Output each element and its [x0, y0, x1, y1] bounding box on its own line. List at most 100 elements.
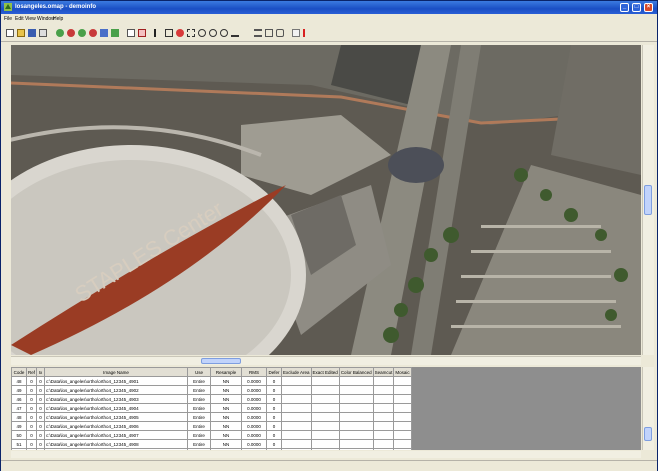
- table-cell-defer[interactable]: 0: [266, 412, 283, 422]
- table-cell-name[interactable]: c:\Data\los_angeles\ortho\ortho4_12345_4…: [44, 394, 189, 404]
- table-row[interactable]: 50 0 0 c:\Data\los_angeles\ortho\ortho4_123…: [11, 430, 412, 440]
- table-cell-empty[interactable]: [310, 430, 340, 440]
- table-cell-defer[interactable]: 0: [266, 439, 283, 449]
- table-horizontal-scrollbar[interactable]: [11, 451, 641, 458]
- table-cell-empty[interactable]: [372, 412, 395, 422]
- column-header[interactable]: Exact Edited: [310, 367, 340, 377]
- table-cell-empty[interactable]: [393, 403, 412, 413]
- zoom-in-icon[interactable]: [198, 29, 206, 37]
- table-cell-empty[interactable]: [393, 439, 412, 449]
- export-icon[interactable]: [292, 29, 300, 37]
- table-cell-name[interactable]: c:\Data\los_angeles\ortho\ortho4_12345_4…: [44, 448, 189, 450]
- table-cell-empty[interactable]: [372, 439, 395, 449]
- table-cell-code[interactable]: 49: [11, 421, 27, 431]
- menu-view[interactable]: View: [25, 16, 36, 22]
- column-header[interactable]: RMS: [241, 367, 268, 377]
- table-row[interactable]: 49 0 0 c:\Data\los_angeles\ortho\ortho4_123…: [11, 385, 412, 395]
- column-header[interactable]: Resample: [210, 367, 243, 377]
- column-header[interactable]: Defer: [266, 367, 283, 377]
- map-vertical-scrollbar[interactable]: [642, 45, 654, 355]
- table-cell-ix[interactable]: 0: [36, 403, 46, 413]
- close-button[interactable]: ×: [644, 3, 653, 12]
- table-cell-resample[interactable]: NN: [210, 403, 243, 413]
- table-cell-empty[interactable]: [281, 430, 312, 440]
- table-cell-empty[interactable]: [310, 385, 340, 395]
- table-cell-use[interactable]: Entire: [187, 430, 212, 440]
- table-row[interactable]: 5200c:\Data\los_angeles\ortho\ortho4_123…: [11, 448, 412, 450]
- table-cell-rms[interactable]: 0.0000: [241, 430, 268, 440]
- table-cell-empty[interactable]: [338, 448, 374, 450]
- column-header[interactable]: Ref: [25, 367, 38, 377]
- table-cell-empty[interactable]: [393, 430, 412, 440]
- table-cell-empty[interactable]: [310, 403, 340, 413]
- table-cell-code[interactable]: 50: [11, 430, 27, 440]
- table-row[interactable]: 48 0 0 c:\Data\los_angeles\ortho\ortho4_123…: [11, 412, 412, 422]
- zoom-out-icon[interactable]: [209, 29, 217, 37]
- table-cell-empty[interactable]: [281, 394, 312, 404]
- table-cell-empty[interactable]: [372, 421, 395, 431]
- new-icon[interactable]: [6, 29, 14, 37]
- print-icon[interactable]: [39, 29, 47, 37]
- table-cell-empty[interactable]: [281, 412, 312, 422]
- table-cell-ix[interactable]: 0: [36, 412, 46, 422]
- run-icon[interactable]: [303, 29, 311, 37]
- table-cell-code[interactable]: 52: [11, 448, 27, 450]
- map-view[interactable]: STAPLES Center: [11, 45, 641, 355]
- table-cell-use[interactable]: Entire: [187, 376, 212, 386]
- table-cell-defer[interactable]: 0: [266, 421, 283, 431]
- table-cell-empty[interactable]: [338, 430, 374, 440]
- table-cell-rms[interactable]: 0.0000: [241, 412, 268, 422]
- menu-edit[interactable]: Edit: [15, 16, 24, 22]
- table-cell-use[interactable]: Entire: [187, 448, 212, 450]
- table-cell-name[interactable]: c:\Data\los_angeles\ortho\ortho4_12345_4…: [44, 385, 189, 395]
- table-cell-empty[interactable]: [338, 385, 374, 395]
- table-cell-use[interactable]: Entire: [187, 439, 212, 449]
- table-cell-use[interactable]: Entire: [187, 412, 212, 422]
- table-cell-defer[interactable]: 0: [266, 448, 283, 450]
- table-cell-resample[interactable]: NN: [210, 448, 243, 450]
- table-cell-empty[interactable]: [338, 421, 374, 431]
- maximize-button[interactable]: □: [632, 3, 641, 12]
- table-cell-defer[interactable]: 0: [266, 376, 283, 386]
- table-cell-code[interactable]: 51: [11, 439, 27, 449]
- table-cell-name[interactable]: c:\Data\los_angeles\ortho\ortho4_12345_4…: [44, 403, 189, 413]
- table-cell-ix[interactable]: 0: [36, 394, 46, 404]
- table-cell-empty[interactable]: [281, 421, 312, 431]
- table-cell-empty[interactable]: [393, 385, 412, 395]
- select-icon[interactable]: [154, 29, 162, 37]
- table-row[interactable]: 47 0 0 c:\Data\los_angeles\ortho\ortho4_123…: [11, 403, 412, 413]
- table-row[interactable]: 51 0 0 c:\Data\los_angeles\ortho\ortho4_123…: [11, 439, 412, 449]
- column-header[interactable]: Ix: [36, 367, 46, 377]
- remove-image-icon[interactable]: [67, 29, 75, 37]
- table-cell-empty[interactable]: [338, 412, 374, 422]
- column-header[interactable]: Use: [187, 367, 212, 377]
- map-vscroll-thumb[interactable]: [644, 185, 652, 215]
- table-cell-empty[interactable]: [310, 376, 340, 386]
- rectangle-icon[interactable]: [165, 29, 173, 37]
- column-header[interactable]: Color Balanced: [338, 367, 374, 377]
- table-cell-empty[interactable]: [393, 394, 412, 404]
- table-cell-empty[interactable]: [338, 439, 374, 449]
- add-image-icon[interactable]: [56, 29, 64, 37]
- table-cell-name[interactable]: c:\Data\los_angeles\ortho\ortho4_12345_4…: [44, 376, 189, 386]
- map-horizontal-scrollbar[interactable]: [11, 356, 641, 365]
- table-cell-use[interactable]: Entire: [187, 403, 212, 413]
- table-cell-code[interactable]: 48: [11, 412, 27, 422]
- table-cell-rms[interactable]: 0.0000: [241, 448, 268, 450]
- table-cell-defer[interactable]: 0: [266, 394, 283, 404]
- table-cell-empty[interactable]: [393, 448, 412, 450]
- table-cell-name[interactable]: c:\Data\los_angeles\ortho\ortho4_12345_4…: [44, 439, 189, 449]
- minimize-button[interactable]: _: [620, 3, 629, 12]
- table-cell-defer[interactable]: 0: [266, 430, 283, 440]
- table-cell-empty[interactable]: [310, 421, 340, 431]
- table-cell-ref[interactable]: 0: [25, 412, 38, 422]
- layout-icon[interactable]: [138, 29, 146, 37]
- table-cell-empty[interactable]: [281, 448, 312, 450]
- table-cell-resample[interactable]: NN: [210, 394, 243, 404]
- list-icon[interactable]: [254, 29, 262, 37]
- table-vscroll-thumb[interactable]: [644, 427, 652, 441]
- tool-icon[interactable]: [78, 29, 86, 37]
- table-cell-ix[interactable]: 0: [36, 385, 46, 395]
- table-cell-code[interactable]: 49: [11, 385, 27, 395]
- table-cell-ref[interactable]: 0: [25, 448, 38, 450]
